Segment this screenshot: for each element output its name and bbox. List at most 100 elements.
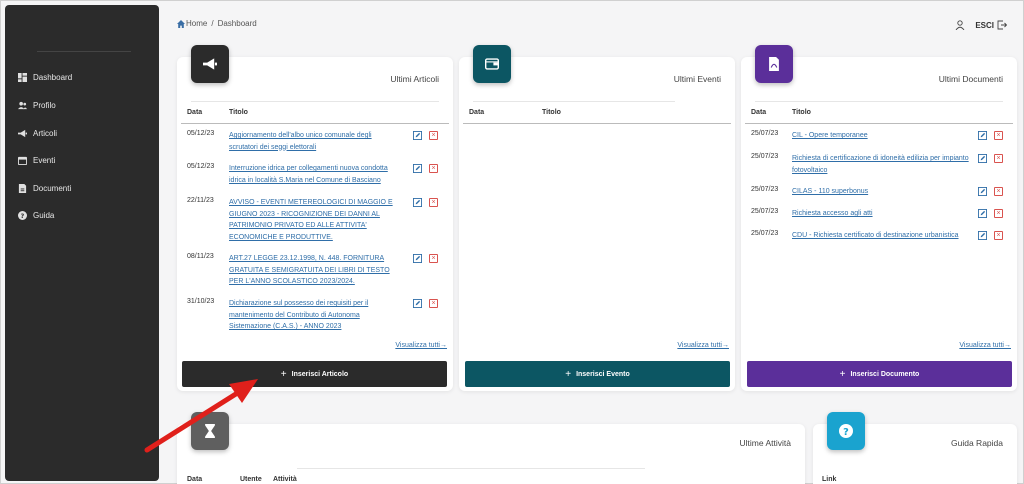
edit-icon[interactable] <box>978 187 987 196</box>
breadcrumb: Home / Dashboard <box>177 19 257 28</box>
view-all-link[interactable]: Visualizza tutti→ <box>395 342 447 349</box>
breadcrumb-home[interactable]: Home <box>177 19 207 28</box>
row-date: 05/12/23 <box>187 130 215 137</box>
divider <box>755 101 1003 102</box>
edit-icon[interactable] <box>978 209 987 218</box>
card-ultime-attivita: Ultime Attività Data Utente Attività <box>177 412 805 484</box>
pdf-icon <box>769 57 779 71</box>
edit-icon[interactable] <box>413 198 422 207</box>
edit-icon[interactable] <box>978 131 987 140</box>
card-ultimi-documenti: Ultimi Documenti Data Titolo 25/07/23 CI… <box>741 45 1017 391</box>
delete-icon[interactable]: × <box>994 231 1003 240</box>
row-date: 05/12/23 <box>187 163 215 170</box>
col-header-user: Utente <box>240 476 262 483</box>
row-title-link[interactable]: AVVISO - EVENTI METEREOLOGICI DI MAGGIO … <box>229 197 399 243</box>
edit-icon[interactable] <box>413 131 422 140</box>
delete-icon[interactable]: × <box>429 198 438 207</box>
svg-text:?: ? <box>843 427 849 438</box>
delete-icon[interactable]: × <box>994 209 1003 218</box>
hourglass-icon <box>205 424 215 438</box>
row-title-link[interactable]: ART.27 LEGGE 23.12.1998, N. 448. FORNITU… <box>229 253 399 288</box>
delete-icon[interactable]: × <box>994 187 1003 196</box>
row-date: 25/07/23 <box>751 186 779 193</box>
row-date: 22/11/23 <box>187 197 214 204</box>
delete-icon[interactable]: × <box>994 154 1003 163</box>
col-header-date: Data <box>469 109 485 116</box>
view-all-label: Visualizza tutti <box>677 342 722 349</box>
edit-icon[interactable] <box>978 231 987 240</box>
row-title-link[interactable]: Richiesta di certificazione di idoneità … <box>792 153 972 176</box>
card-title: Ultime Attività <box>739 438 792 448</box>
col-header-date: Data <box>187 109 203 116</box>
row-title-link[interactable]: Interruzione idrica per collegamenti nuo… <box>229 163 399 186</box>
row-title-link[interactable]: CIL - Opere temporanee <box>792 130 972 142</box>
row-date: 25/07/23 <box>751 130 779 137</box>
divider <box>191 101 439 102</box>
help-icon: ? <box>18 211 27 220</box>
documenti-card-icon <box>755 45 793 83</box>
insert-document-label: Inserisci Documento <box>850 370 920 378</box>
card-title: Ultimi Documenti <box>938 74 1003 84</box>
card-guida-rapida: ? Guida Rapida Link <box>813 412 1017 484</box>
wallet-icon <box>485 58 499 70</box>
delete-icon[interactable]: × <box>429 131 438 140</box>
row-title-link[interactable]: Richiesta accesso agli atti <box>792 208 972 220</box>
attivita-card-icon <box>191 412 229 450</box>
delete-icon[interactable]: × <box>429 254 438 263</box>
row-date: 25/07/23 <box>751 208 779 215</box>
user-icon[interactable] <box>955 20 965 30</box>
row-date: 25/07/23 <box>751 153 779 160</box>
insert-article-button[interactable]: + Inserisci Articolo <box>182 361 447 387</box>
table-header-line <box>463 123 731 124</box>
delete-icon[interactable]: × <box>994 131 1003 140</box>
plus-icon: + <box>565 368 572 380</box>
edit-icon[interactable] <box>413 299 422 308</box>
col-header-title: Titolo <box>542 109 561 116</box>
logout-icon <box>997 20 1007 30</box>
row-title-link[interactable]: Aggiornamento dell'albo unico comunale d… <box>229 130 399 153</box>
sidebar-item-profilo[interactable]: Profilo <box>18 101 56 110</box>
card-ultimi-articoli: Ultimi Articoli Data Titolo 05/12/23 Agg… <box>177 45 453 391</box>
breadcrumb-separator: / <box>211 19 214 28</box>
sidebar-item-dashboard[interactable]: Dashboard <box>18 73 72 82</box>
dashboard-icon <box>18 73 27 82</box>
sidebar-item-guida[interactable]: ? Guida <box>18 211 54 220</box>
delete-icon[interactable]: × <box>429 164 438 173</box>
row-title-link[interactable]: Dichiarazione sul possesso dei requisiti… <box>229 298 399 333</box>
card-title: Ultimi Articoli <box>390 74 439 84</box>
sidebar-item-label: Eventi <box>33 156 56 165</box>
breadcrumb-home-label: Home <box>186 19 208 28</box>
col-header-link: Link <box>822 476 837 483</box>
divider <box>473 101 675 102</box>
sidebar: Dashboard Profilo Articoli Eventi Docume… <box>5 5 159 481</box>
user-area: ESCI <box>955 20 1007 30</box>
guida-card-icon: ? <box>827 412 865 450</box>
row-title-link[interactable]: CDU - Richiesta certificato di destinazi… <box>792 230 972 242</box>
edit-icon[interactable] <box>413 254 422 263</box>
sidebar-item-documenti[interactable]: Documenti <box>18 184 71 193</box>
col-header-title: Titolo <box>792 109 811 116</box>
edit-icon[interactable] <box>413 164 422 173</box>
logout-button[interactable]: ESCI <box>975 20 1007 30</box>
view-all-link[interactable]: Visualizza tutti→ <box>959 342 1011 349</box>
table-header-line <box>745 123 1013 124</box>
insert-event-label: Inserisci Evento <box>576 370 630 378</box>
svg-text:?: ? <box>21 213 25 220</box>
row-date: 31/10/23 <box>187 298 215 305</box>
edit-icon[interactable] <box>978 154 987 163</box>
logout-label: ESCI <box>975 20 994 30</box>
sidebar-item-eventi[interactable]: Eventi <box>18 156 55 165</box>
insert-event-button[interactable]: + Inserisci Evento <box>465 361 730 387</box>
view-all-link[interactable]: Visualizza tutti→ <box>677 342 729 349</box>
card-ultimi-eventi: Ultimi Eventi Data Titolo Visualizza tut… <box>459 45 735 391</box>
users-icon <box>18 101 27 110</box>
delete-icon[interactable]: × <box>429 299 438 308</box>
row-date: 08/11/23 <box>187 253 214 260</box>
row-title-link[interactable]: CILAS - 110 superbonus <box>792 186 972 198</box>
eventi-card-icon <box>473 45 511 83</box>
articoli-card-icon <box>191 45 229 83</box>
insert-document-button[interactable]: + Inserisci Documento <box>747 361 1012 387</box>
sidebar-item-articoli[interactable]: Articoli <box>18 129 57 138</box>
dashboard-page: Dashboard Profilo Articoli Eventi Docume… <box>0 0 1024 484</box>
megaphone-icon <box>203 58 217 70</box>
